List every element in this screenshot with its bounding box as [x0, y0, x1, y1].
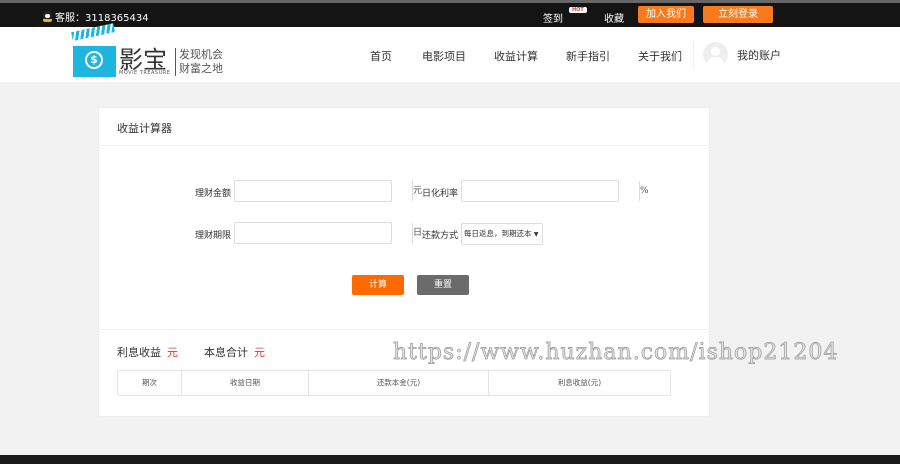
column-header: 还款本金(元) [309, 371, 489, 395]
nav-about[interactable]: 关于我们 [638, 48, 682, 64]
brand-en: MOVIE TREASURE [119, 70, 171, 76]
slogan-line: 发现机会 [179, 48, 223, 61]
amount-input[interactable] [235, 181, 412, 201]
nav-guide[interactable]: 新手指引 [566, 48, 610, 64]
my-account-link[interactable]: 我的账户 [737, 47, 781, 63]
divider [693, 42, 694, 68]
total-summary: 本息合计元 [204, 344, 265, 360]
column-header: 利息收益(元) [557, 378, 602, 387]
avatar-icon[interactable] [703, 42, 728, 67]
result-table-header: 期次 收益日期 还款本金(元) 利息收益(元) [117, 370, 671, 396]
rate-label: 日化利率 [422, 189, 459, 199]
qq-icon [43, 11, 52, 22]
term-field: 日 [234, 222, 422, 244]
amount-field: 元 [234, 180, 422, 202]
calculate-button[interactable]: 计算 [352, 275, 404, 295]
interest-value: 元 [167, 346, 178, 359]
divider [99, 145, 709, 146]
top-bar: 客服：3118365434 签到 HOT 收藏 加入我们 立刻登录 [0, 0, 900, 27]
hot-badge: HOT [569, 7, 587, 13]
method-label: 还款方式 [422, 231, 459, 241]
join-button[interactable]: 加入我们 [638, 6, 694, 23]
total-label: 本息合计 [204, 346, 248, 359]
footer-bar [0, 455, 900, 464]
term-input[interactable] [235, 223, 412, 243]
slogan-line: 财富之地 [179, 62, 223, 75]
dropdown-arrow-icon: ▼ [533, 231, 539, 238]
calculator-card: 收益计算器 理财金额 元 日化利率 % 理财期限 日 还款方式 每日返息，到期还… [98, 107, 710, 417]
interest-summary: 利息收益元 [117, 344, 178, 360]
rate-input[interactable] [462, 181, 639, 201]
checkin-link[interactable]: 签到 [543, 10, 563, 25]
logo-icon[interactable]: $ [71, 23, 116, 77]
nav-home[interactable]: 首页 [370, 48, 392, 64]
interest-label: 利息收益 [117, 346, 161, 359]
term-label: 理财期限 [195, 231, 232, 241]
rate-unit: % [639, 181, 649, 201]
amount-unit: 元 [412, 181, 422, 201]
method-select[interactable]: 每日返息，到期还本 ▼ [461, 223, 543, 245]
column-header: 收益日期 [182, 371, 309, 395]
amount-label: 理财金额 [195, 189, 232, 199]
slogan: 发现机会 财富之地 [175, 48, 223, 76]
card-title: 收益计算器 [117, 122, 172, 135]
customer-service: 客服：3118365434 [43, 9, 149, 24]
reset-button[interactable]: 重置 [417, 275, 469, 295]
method-value: 每日返息，到期还本 [464, 229, 532, 238]
nav-calculator[interactable]: 收益计算 [494, 48, 538, 64]
favorite-link[interactable]: 收藏 [604, 10, 624, 25]
term-unit: 日 [412, 223, 422, 243]
login-button[interactable]: 立刻登录 [703, 6, 773, 23]
rate-field: % [461, 180, 649, 202]
service-text: 客服：3118365434 [55, 13, 149, 24]
divider [99, 329, 709, 330]
nav-movies[interactable]: 电影项目 [422, 48, 466, 64]
column-header: 期次 [118, 371, 182, 395]
watermark: https://www.huzhan.com/ishop21204 [393, 340, 839, 366]
total-value: 元 [254, 346, 265, 359]
